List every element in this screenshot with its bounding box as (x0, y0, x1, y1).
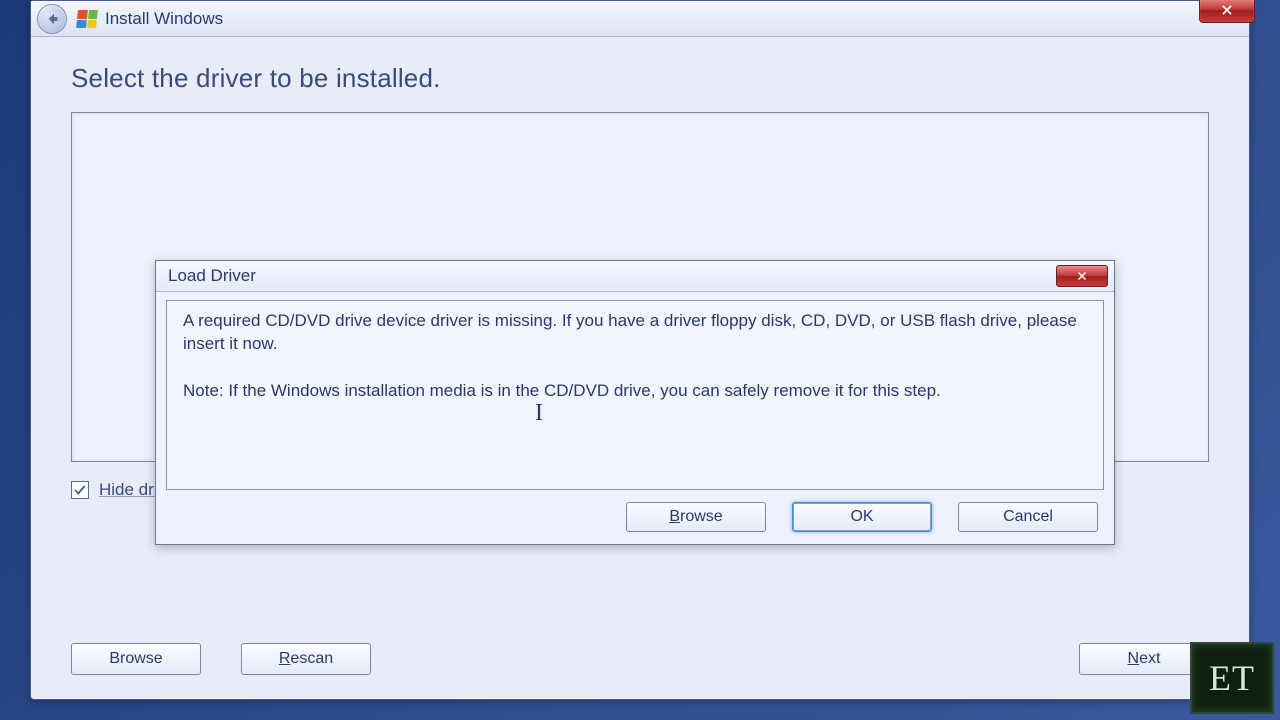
browse-button[interactable]: Browse (71, 643, 201, 675)
dialog-titlebar: Load Driver (156, 261, 1114, 292)
titlebar: Install Windows (31, 1, 1249, 37)
dialog-title: Load Driver (168, 266, 256, 286)
dialog-cancel-button[interactable]: Cancel (958, 502, 1098, 532)
windows-logo-icon (76, 10, 98, 28)
browse-button-label: Browse (109, 650, 162, 668)
load-driver-dialog: Load Driver A required CD/DVD drive devi… (155, 260, 1115, 545)
watermark-text: ET (1209, 657, 1255, 699)
dialog-ok-label: OK (850, 508, 873, 526)
dialog-cancel-label: Cancel (1003, 508, 1053, 526)
dialog-browse-label: Browse (669, 508, 722, 526)
window-close-button[interactable] (1199, 0, 1255, 23)
watermark-logo: ET (1190, 642, 1274, 714)
arrow-left-icon (44, 11, 60, 27)
close-icon (1076, 270, 1088, 282)
dialog-body: A required CD/DVD drive device driver is… (156, 292, 1114, 544)
back-button[interactable] (37, 4, 67, 34)
page-heading: Select the driver to be installed. (71, 63, 1209, 94)
text-cursor-icon: I (535, 400, 543, 427)
rescan-button-label: Rescan (279, 650, 333, 668)
window-title: Install Windows (105, 9, 223, 29)
close-icon (1220, 3, 1234, 17)
dialog-button-row: Browse OK Cancel (166, 502, 1104, 532)
dialog-message-box: A required CD/DVD drive device driver is… (166, 300, 1104, 490)
dialog-ok-button[interactable]: OK (792, 502, 932, 532)
dialog-browse-button[interactable]: Browse (626, 502, 766, 532)
dialog-message: A required CD/DVD drive device driver is… (183, 309, 1087, 403)
bottom-button-row: Browse Rescan Next (71, 643, 1209, 675)
hide-drivers-checkbox[interactable] (71, 481, 89, 499)
rescan-button[interactable]: Rescan (241, 643, 371, 675)
dialog-close-button[interactable] (1056, 265, 1108, 287)
next-button-label: Next (1128, 650, 1161, 668)
checkmark-icon (73, 483, 87, 497)
